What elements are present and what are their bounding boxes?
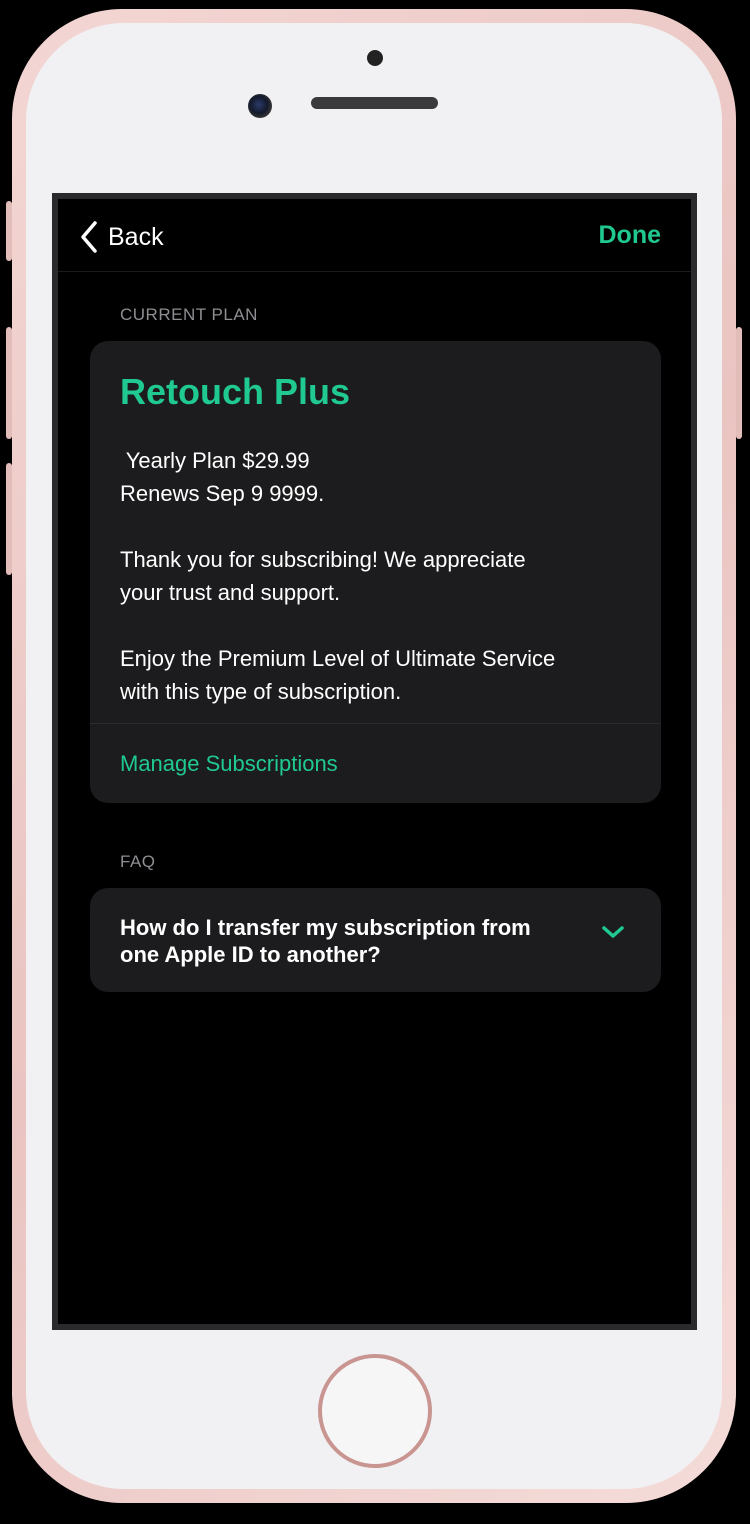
premium-text: Enjoy the Premium Level of Ultimate Serv… xyxy=(120,646,556,704)
current-plan-card: Retouch Plus Yearly Plan $29.99 Renews S… xyxy=(90,341,661,803)
back-button[interactable]: Back xyxy=(80,219,164,255)
chevron-down-icon xyxy=(602,926,624,938)
plan-details: Yearly Plan $29.99 Renews Sep 9 9999. Th… xyxy=(120,444,590,708)
proximity-sensor xyxy=(367,50,383,66)
power-button xyxy=(736,327,742,439)
current-plan-section-label: CURRENT PLAN xyxy=(120,305,258,324)
card-divider xyxy=(90,723,661,724)
home-button[interactable] xyxy=(318,1354,432,1468)
volume-down-button xyxy=(6,463,12,575)
faq-item[interactable]: How do I transfer my subscription from o… xyxy=(90,888,661,992)
volume-up-button xyxy=(6,327,12,439)
faq-section-label: FAQ xyxy=(120,852,156,871)
front-camera xyxy=(248,94,272,118)
earpiece-speaker xyxy=(311,97,438,109)
back-label: Back xyxy=(108,222,164,251)
navigation-bar: Back Done xyxy=(58,199,691,272)
silent-switch xyxy=(6,201,12,261)
plan-title: Retouch Plus xyxy=(120,371,351,412)
done-button[interactable]: Done xyxy=(599,221,662,250)
plan-renewal: Renews Sep 9 9999. xyxy=(120,481,325,506)
plan-price: Yearly Plan $29.99 xyxy=(120,448,310,473)
faq-question: How do I transfer my subscription from o… xyxy=(120,915,531,967)
manage-subscriptions-link[interactable]: Manage Subscriptions xyxy=(120,751,338,777)
thank-you-text: Thank you for subscribing! We appreciate… xyxy=(120,547,526,605)
chevron-left-icon xyxy=(81,221,97,253)
app-screen: Back Done CURRENT PLAN Retouch Plus Year… xyxy=(52,193,697,1330)
